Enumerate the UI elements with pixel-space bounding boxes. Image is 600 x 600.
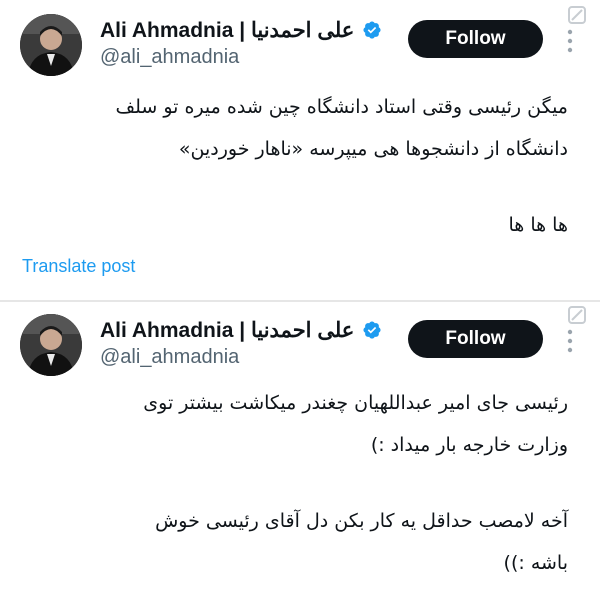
follow-button[interactable]: Follow bbox=[408, 320, 543, 358]
tweet-text: میگن رئیسی وقتی استاد دانشگاه چین شده می… bbox=[28, 86, 568, 246]
more-options-icon[interactable] bbox=[566, 28, 574, 54]
tweet-text-line: میگن رئیسی وقتی استاد دانشگاه چین شده می… bbox=[115, 96, 568, 118]
avatar[interactable] bbox=[20, 314, 82, 376]
verified-badge-icon bbox=[363, 21, 381, 39]
display-name[interactable]: Ali Ahmadnia | علی احمدنیا bbox=[100, 318, 354, 343]
author-name-row[interactable]: Ali Ahmadnia | علی احمدنیا bbox=[100, 14, 382, 46]
follow-button[interactable]: Follow bbox=[408, 20, 543, 58]
tweet-text-line: دانشگاه از دانشجوها هی میپرسه «ناهار خور… bbox=[178, 138, 568, 160]
verified-badge-icon bbox=[363, 321, 381, 339]
tweet-text-line: آخه لامصب حداقل یه کار بکن دل آقای رئیسی… bbox=[155, 510, 568, 532]
more-options-icon[interactable] bbox=[566, 328, 574, 354]
translate-post-link[interactable]: Translate post bbox=[22, 256, 135, 277]
grok-icon[interactable] bbox=[566, 304, 588, 326]
tweet-1: Ali Ahmadnia | علی احمدنیا @ali_ahmadnia… bbox=[0, 0, 600, 300]
author-handle[interactable]: @ali_ahmadnia bbox=[100, 46, 239, 69]
tweet-text: رئیسی جای امیر عبداللهیان چغندر میکاشت ب… bbox=[28, 382, 568, 584]
avatar[interactable] bbox=[20, 14, 82, 76]
tweet-text-line: وزارت خارجه بار میداد :) bbox=[370, 434, 568, 456]
author-name-row[interactable]: Ali Ahmadnia | علی احمدنیا bbox=[100, 314, 382, 346]
grok-icon[interactable] bbox=[566, 4, 588, 26]
display-name[interactable]: Ali Ahmadnia | علی احمدنیا bbox=[100, 18, 354, 43]
tweet-text-line: رئیسی جای امیر عبداللهیان چغندر میکاشت ب… bbox=[143, 392, 568, 414]
author-handle[interactable]: @ali_ahmadnia bbox=[100, 346, 239, 369]
tweet-text-line: ها ها ها bbox=[508, 214, 568, 236]
tweet-2: Ali Ahmadnia | علی احمدنیا @ali_ahmadnia… bbox=[0, 300, 600, 600]
tweet-text-line: باشه :)) bbox=[503, 552, 568, 574]
